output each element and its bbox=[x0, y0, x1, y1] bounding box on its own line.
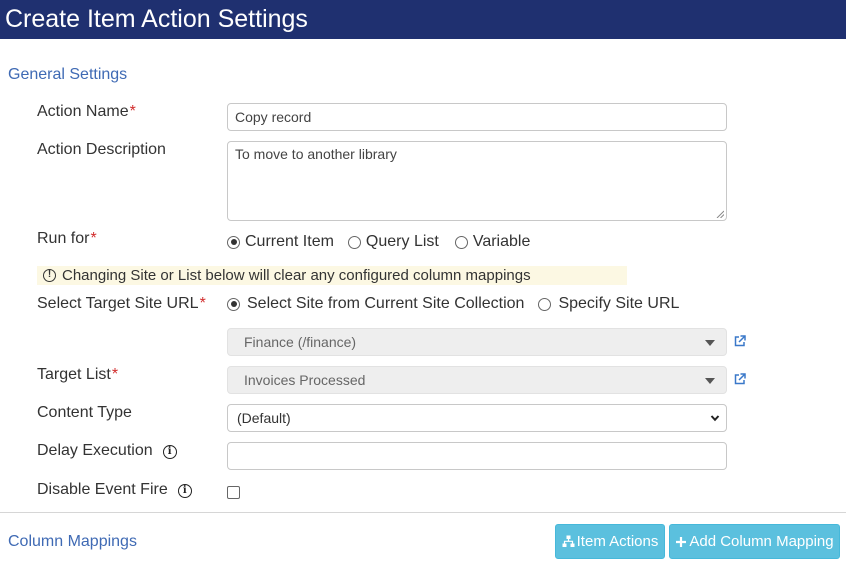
run-for-option-variable[interactable]: Variable bbox=[454, 233, 530, 251]
section-title-general: General Settings bbox=[8, 66, 128, 83]
caret-down-icon bbox=[705, 340, 715, 346]
content-type-label: Content Type bbox=[37, 404, 132, 421]
action-description-label: Action Description bbox=[37, 141, 166, 158]
item-actions-button-label: Item Actions bbox=[576, 533, 659, 550]
action-name-input[interactable] bbox=[227, 103, 727, 131]
delay-execution-input[interactable] bbox=[227, 442, 727, 470]
chevron-down-icon bbox=[710, 415, 720, 422]
target-site-radio-group: Select Site from Current Site Collection… bbox=[227, 295, 693, 313]
required-mark: * bbox=[199, 295, 206, 312]
page-title: Create Item Action Settings bbox=[5, 5, 308, 33]
exclamation-circle-icon: ! bbox=[43, 269, 56, 282]
target-site-select-value: Finance (/finance) bbox=[244, 334, 357, 350]
warning-text: Changing Site or List below will clear a… bbox=[62, 267, 531, 284]
add-column-mapping-button[interactable]: Add Column Mapping bbox=[669, 524, 840, 559]
target-site-option-current-collection[interactable]: Select Site from Current Site Collection bbox=[227, 295, 524, 313]
action-description-value: To move to another library bbox=[235, 146, 397, 162]
warning-banner: ! Changing Site or List below will clear… bbox=[37, 266, 627, 285]
info-icon[interactable]: i bbox=[162, 445, 177, 459]
caret-down-icon bbox=[705, 378, 715, 384]
action-name-label: Action Name* bbox=[37, 103, 136, 120]
radio-button[interactable] bbox=[347, 235, 361, 249]
action-description-textarea[interactable]: To move to another library bbox=[227, 141, 727, 221]
delay-execution-label: Delay Execution i bbox=[37, 442, 177, 460]
resize-grip-icon[interactable] bbox=[716, 210, 724, 218]
info-icon[interactable]: i bbox=[177, 484, 192, 498]
target-site-option-specify-url[interactable]: Specify Site URL bbox=[538, 295, 679, 313]
target-list-label: Target List* bbox=[37, 366, 119, 383]
section-title-column-mappings: Column Mappings bbox=[8, 533, 137, 550]
add-column-mapping-button-label: Add Column Mapping bbox=[689, 533, 834, 550]
required-mark: * bbox=[90, 230, 97, 247]
run-for-option-current-item[interactable]: Current Item bbox=[227, 233, 334, 251]
run-for-label: Run for* bbox=[37, 230, 97, 247]
radio-button[interactable] bbox=[454, 235, 468, 249]
radio-button[interactable] bbox=[227, 297, 240, 311]
sitemap-icon bbox=[562, 535, 575, 547]
external-link-icon[interactable] bbox=[734, 335, 746, 347]
disable-event-fire-label: Disable Event Fire i bbox=[37, 481, 192, 499]
target-list-select[interactable]: Invoices Processed bbox=[227, 366, 727, 394]
divider bbox=[0, 512, 846, 513]
plus-icon bbox=[676, 536, 687, 547]
disable-event-fire-checkbox[interactable] bbox=[227, 486, 240, 499]
content-type-select-value: (Default) bbox=[237, 410, 291, 426]
run-for-option-query-list[interactable]: Query List bbox=[347, 233, 439, 251]
target-site-select[interactable]: Finance (/finance) bbox=[227, 328, 727, 356]
run-for-radio-group: Current Item Query List Variable bbox=[227, 233, 544, 251]
external-link-icon[interactable] bbox=[734, 373, 746, 385]
content-type-select[interactable]: (Default) bbox=[227, 404, 727, 432]
radio-button[interactable] bbox=[227, 235, 240, 249]
target-list-select-value: Invoices Processed bbox=[244, 372, 366, 388]
required-mark: * bbox=[111, 366, 119, 383]
radio-button[interactable] bbox=[538, 297, 552, 311]
target-site-label: Select Target Site URL* bbox=[37, 295, 206, 312]
item-actions-button[interactable]: Item Actions bbox=[555, 524, 665, 559]
title-bar: Create Item Action Settings bbox=[0, 0, 846, 39]
required-mark: * bbox=[129, 103, 136, 120]
